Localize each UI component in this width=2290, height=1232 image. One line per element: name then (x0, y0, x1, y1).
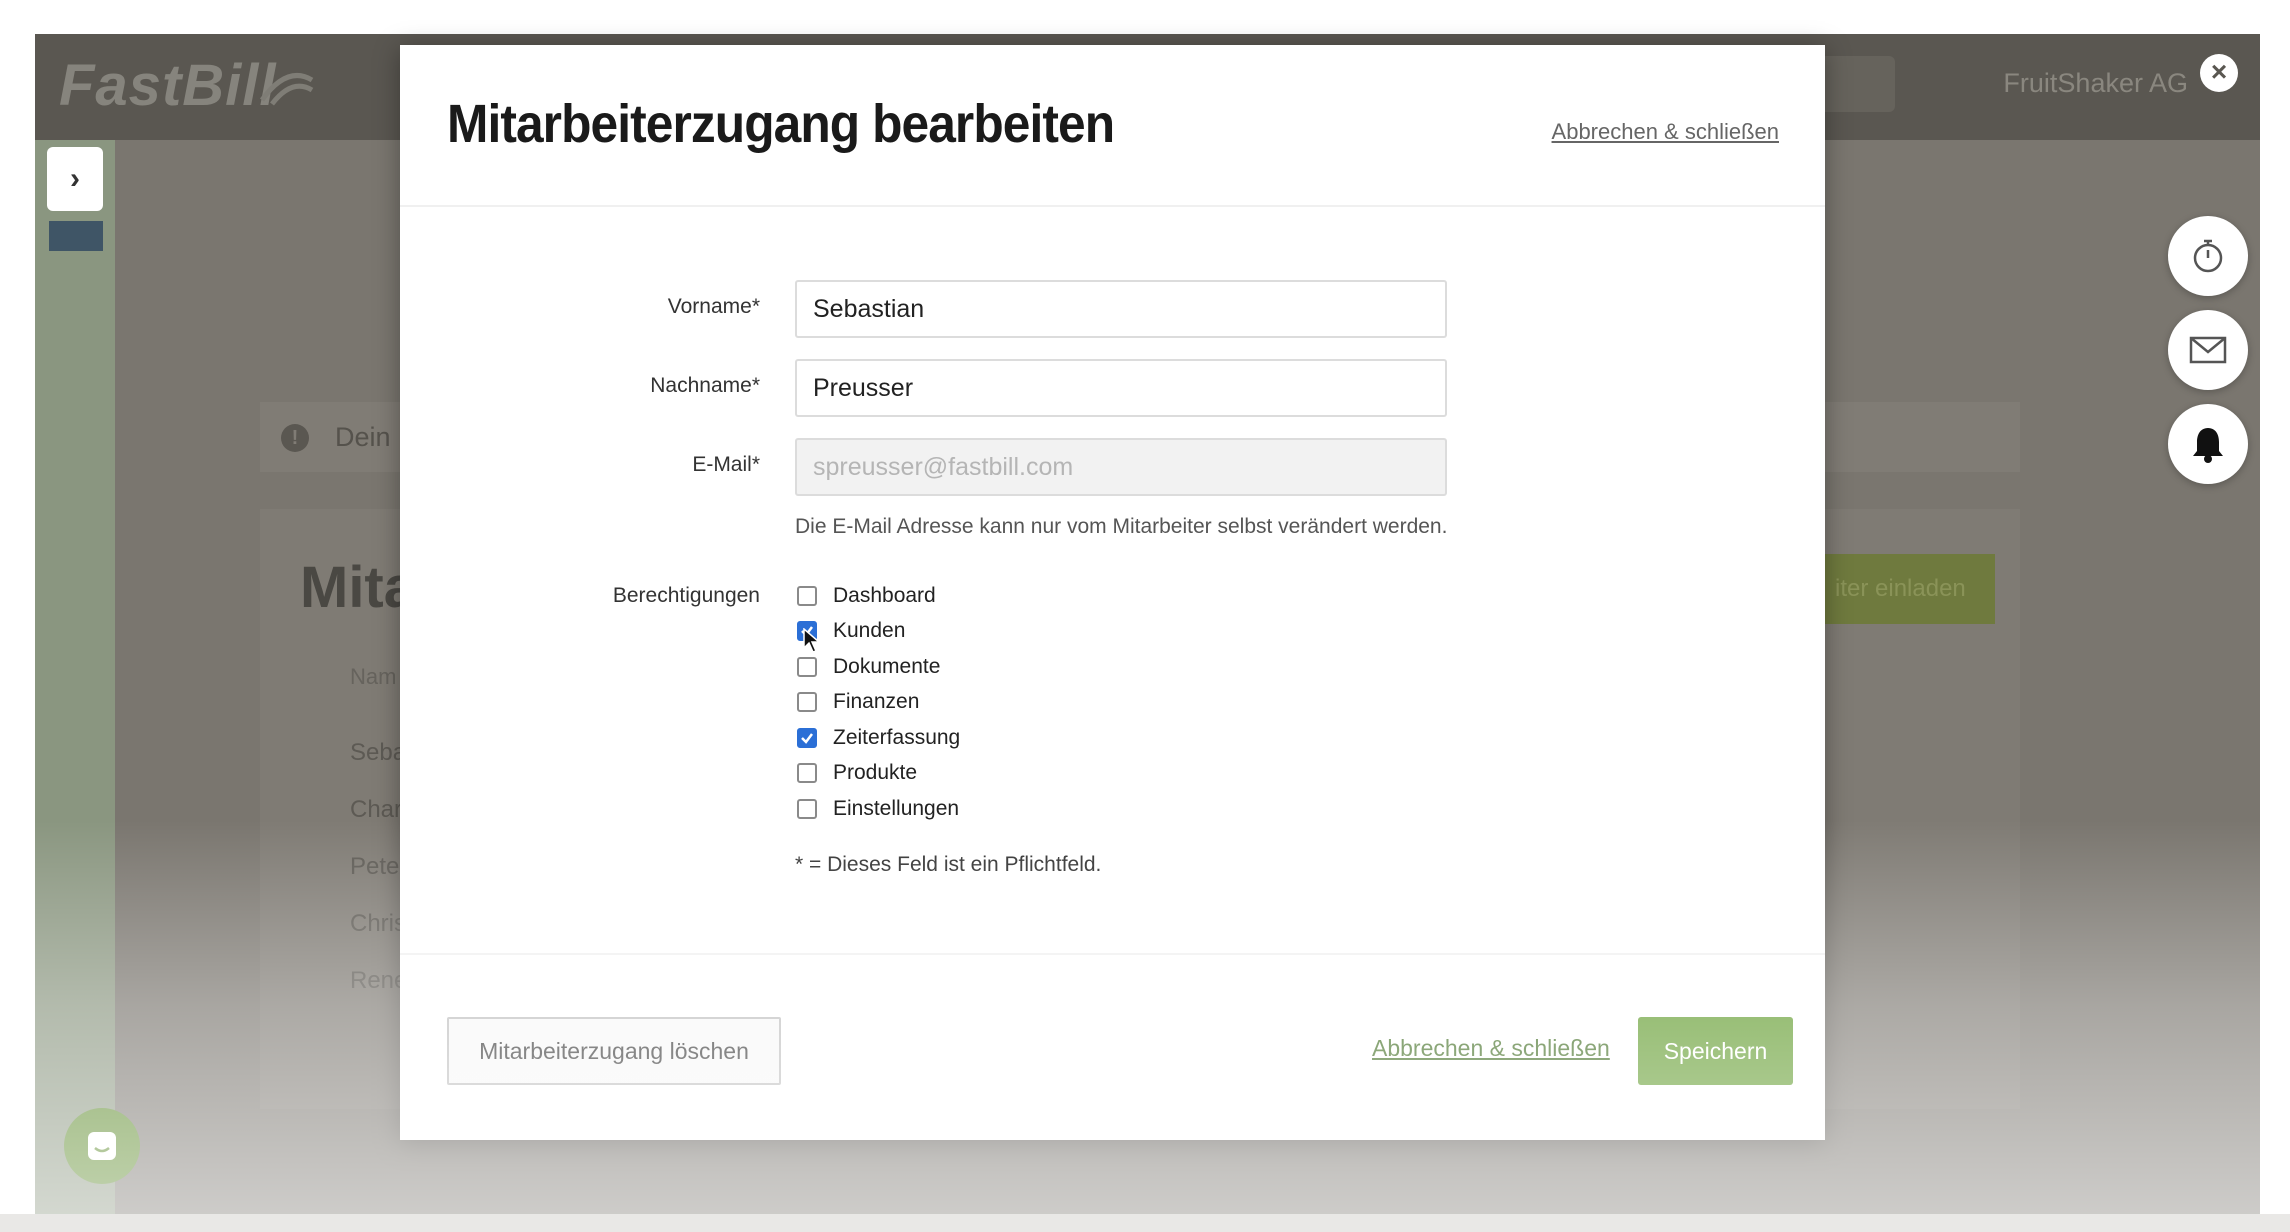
checkbox[interactable] (797, 763, 817, 783)
notice-text: Dein (335, 422, 391, 452)
checkmark-icon (801, 733, 813, 744)
modal-title: Mitarbeiterzugang bearbeiten (447, 94, 1115, 154)
employee-row[interactable]: Seba (350, 739, 406, 767)
first-name-field[interactable]: Sebastian (795, 280, 1447, 338)
permission-label: Finanzen (833, 690, 920, 713)
employee-row[interactable]: Char (350, 796, 402, 824)
permission-label: Produkte (833, 761, 918, 784)
edit-employee-modal: Mitarbeiterzugang bearbeiten Abbrechen &… (400, 45, 1825, 1140)
sidebar (35, 140, 115, 1214)
chat-icon (88, 1132, 116, 1160)
permission-einstellungen[interactable]: Einstellungen (797, 794, 959, 824)
permission-finanzen[interactable]: Finanzen (797, 687, 919, 717)
header-cancel-link[interactable]: Abbrechen & schließen (1552, 119, 1779, 145)
column-header-name: Nam (350, 664, 397, 689)
permission-produkte[interactable]: Produkte (797, 758, 917, 788)
permission-label: Einstellungen (833, 797, 960, 820)
employee-row[interactable]: Pete (350, 853, 399, 881)
permission-dashboard[interactable]: Dashboard (797, 581, 936, 611)
chevron-right-icon: › (70, 162, 80, 195)
company-name[interactable]: FruitShaker AG (2003, 68, 2188, 99)
email-label: E-Mail* (692, 453, 760, 476)
permission-label: Zeiterfassung (833, 726, 961, 749)
envelope-icon (2189, 336, 2227, 364)
checkbox[interactable] (797, 692, 817, 712)
permissions-label: Berechtigungen (612, 584, 760, 607)
fastbill-logo: FastBill (59, 53, 277, 118)
email-hint: Die E-Mail Adresse kann nur vom Mitarbei… (795, 515, 1448, 538)
stopwatch-icon (2193, 239, 2223, 273)
last-name-field[interactable]: Preusser (795, 359, 1447, 417)
checkbox[interactable] (797, 799, 817, 819)
sidebar-item[interactable] (49, 221, 103, 251)
modal-header: Mitarbeiterzugang bearbeiten Abbrechen &… (400, 45, 1825, 207)
checkbox[interactable] (797, 586, 817, 606)
timer-button[interactable] (2168, 216, 2248, 296)
close-icon[interactable]: × (2200, 54, 2238, 92)
mail-button[interactable] (2168, 310, 2248, 390)
permission-dokumente[interactable]: Dokumente (797, 652, 940, 682)
permission-label: Dokumente (833, 655, 941, 678)
save-button[interactable]: Speichern (1638, 1017, 1793, 1085)
employee-row[interactable]: Chris (350, 910, 406, 938)
chat-button[interactable] (64, 1108, 140, 1184)
employee-row[interactable]: Rene (350, 967, 407, 995)
checkbox-checked[interactable] (797, 728, 817, 748)
footer-cancel-link[interactable]: Abbrechen & schließen (1372, 1035, 1610, 1062)
bell-icon (2193, 428, 2223, 463)
permission-label: Dashboard (833, 584, 936, 607)
logo-waves-icon (259, 73, 314, 106)
first-name-label: Vorname* (667, 295, 760, 318)
notifications-button[interactable] (2168, 404, 2248, 484)
permission-zeiterfassung[interactable]: Zeiterfassung (797, 723, 960, 753)
permission-label: Kunden (833, 619, 906, 642)
info-icon: ! (281, 424, 309, 452)
last-name-label: Nachname* (650, 374, 760, 397)
sidebar-toggle-button[interactable]: › (47, 147, 103, 211)
delete-access-button[interactable]: Mitarbeiterzugang löschen (447, 1017, 781, 1085)
footer-divider (400, 953, 1825, 955)
video-bottom-edge (0, 1214, 2290, 1232)
required-note: * = Dieses Feld ist ein Pflichtfeld. (795, 853, 1102, 876)
invite-employee-button[interactable]: iter einladen (1815, 554, 1995, 624)
checkbox[interactable] (797, 657, 817, 677)
email-field: spreusser@fastbill.com (795, 438, 1447, 496)
mouse-cursor-icon (803, 628, 821, 653)
